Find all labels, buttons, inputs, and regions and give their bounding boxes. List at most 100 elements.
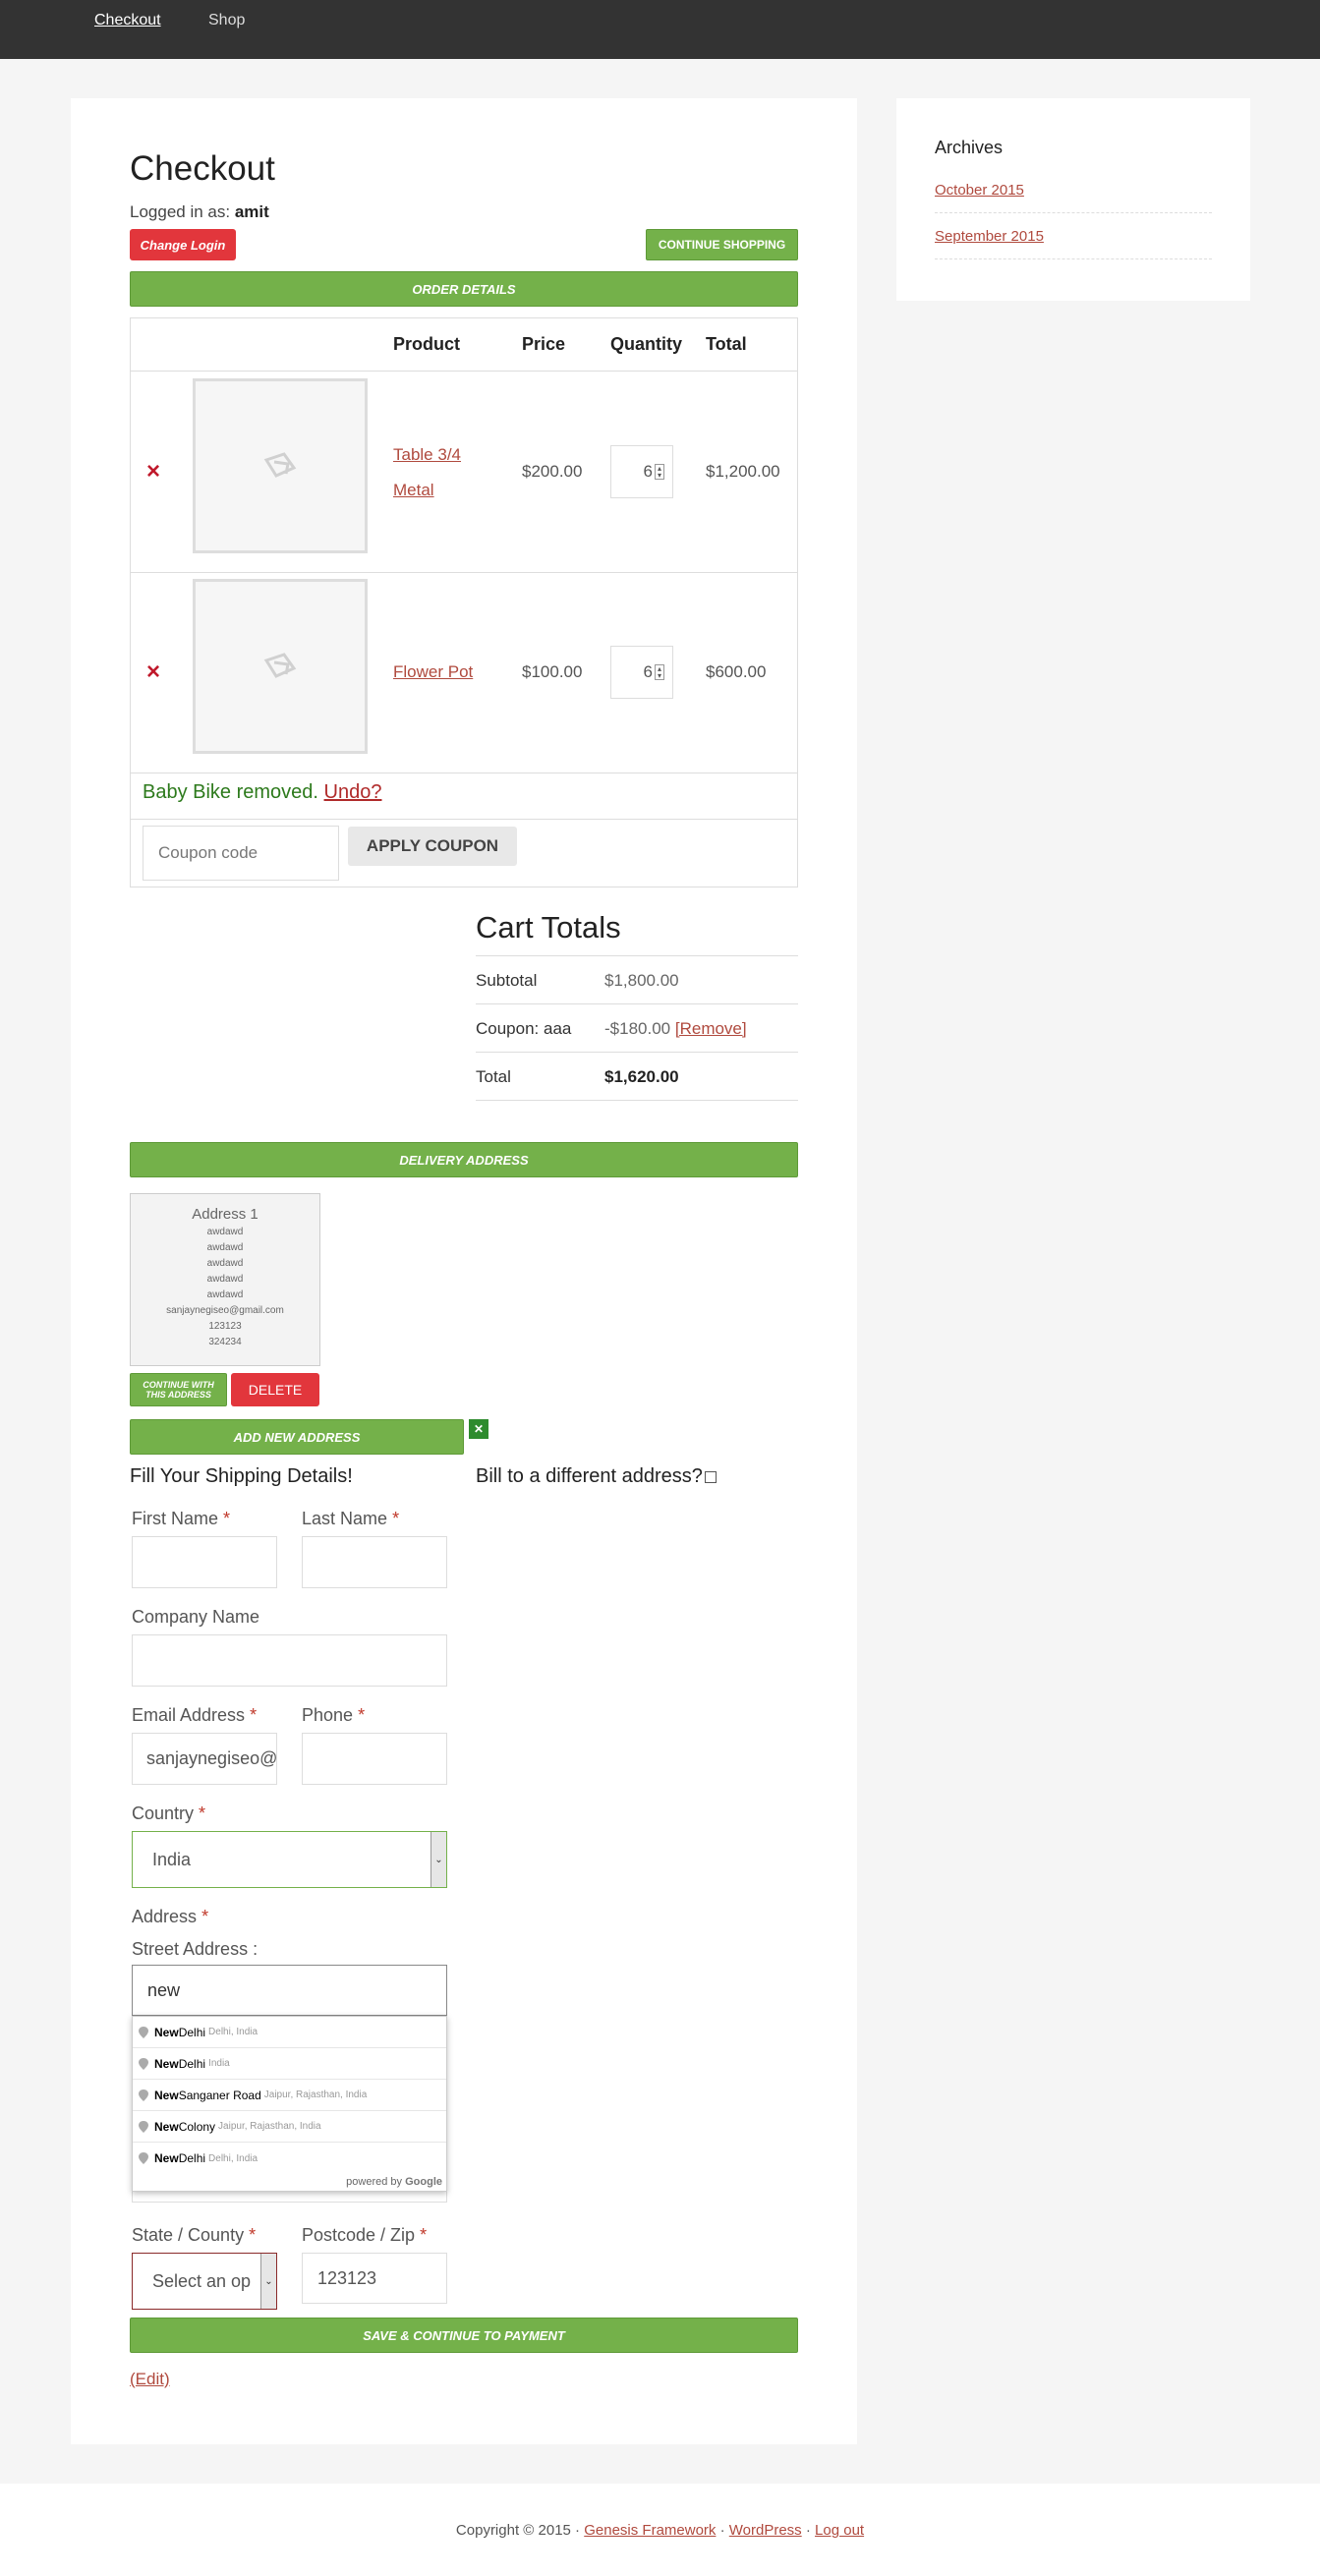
- last-name-label: Last Name *: [302, 1509, 399, 1529]
- order-details-bar[interactable]: ORDER DETAILS: [130, 271, 798, 307]
- product-thumbnail[interactable]: [193, 378, 368, 553]
- close-icon[interactable]: ✕: [469, 1419, 488, 1439]
- chevron-down-icon[interactable]: ⌄: [430, 1832, 446, 1887]
- product-link-table[interactable]: Table 3/4 Metal: [393, 437, 461, 508]
- item-total: $1,200.00: [706, 462, 780, 481]
- archive-link-october-2015[interactable]: October 2015: [935, 182, 1024, 199]
- column-header-price: Price: [522, 334, 566, 354]
- suggestion-match: New: [154, 2056, 179, 2071]
- postcode-label: Postcode / Zip *: [302, 2225, 427, 2246]
- add-new-address-button[interactable]: ADD NEW ADDRESS: [130, 1419, 464, 1455]
- item-price: $200.00: [522, 462, 583, 481]
- company-name-field[interactable]: [132, 1634, 447, 1687]
- autocomplete-suggestion[interactable]: New Delhi Delhi, India: [133, 2017, 446, 2048]
- first-name-label: First Name *: [132, 1509, 230, 1529]
- suggestion-match: New: [154, 2088, 179, 2102]
- autocomplete-suggestion[interactable]: New Delhi Delhi, India: [133, 2143, 446, 2174]
- item-price: $100.00: [522, 662, 583, 681]
- delete-address-button[interactable]: DELETE: [231, 1373, 319, 1406]
- address-line: 324234: [208, 1337, 242, 1347]
- autocomplete-suggestion[interactable]: New Sanganer Road Jaipur, Rajasthan, Indi…: [133, 2080, 446, 2111]
- autocomplete-suggestion[interactable]: New Delhi India: [133, 2048, 446, 2080]
- spinner-arrows-icon[interactable]: ▴ ▾: [655, 464, 664, 480]
- undo-link[interactable]: Undo?: [324, 781, 382, 803]
- address-card[interactable]: Address 1 awdawd awdawd awdawd awdawd aw…: [130, 1193, 320, 1366]
- logged-in-label: Logged in as:: [130, 202, 235, 221]
- street-address-label: Street Address :: [132, 1939, 258, 1959]
- spinner-arrows-icon[interactable]: ▴ ▾: [655, 664, 664, 680]
- suggestion-match: New: [154, 2025, 179, 2039]
- bill-different-address: Bill to a different address?: [476, 1465, 717, 1488]
- autocomplete-suggestion[interactable]: New Colony Jaipur, Rajasthan, India: [133, 2111, 446, 2143]
- placeholder-image-icon: [263, 653, 297, 678]
- map-pin-icon: [139, 2152, 148, 2164]
- archive-divider: [935, 258, 1212, 259]
- logout-link[interactable]: Log out: [815, 2522, 864, 2539]
- email-field[interactable]: sanjaynegiseo@: [132, 1733, 277, 1785]
- map-pin-icon: [139, 2057, 148, 2070]
- logged-in-text: Logged in as: amit: [130, 202, 269, 222]
- last-name-field[interactable]: [302, 1536, 447, 1588]
- quantity-stepper[interactable]: 6 ▴ ▾: [610, 445, 673, 498]
- shipping-title: Fill Your Shipping Details!: [130, 1465, 353, 1487]
- genesis-framework-link[interactable]: Genesis Framework: [584, 2522, 716, 2539]
- product-name-line2: Metal: [393, 481, 434, 499]
- quantity-stepper[interactable]: 6 ▴ ▾: [610, 646, 673, 699]
- separator: ·: [801, 2522, 816, 2539]
- required-marker: *: [201, 1907, 209, 1926]
- first-name-text: First Name: [132, 1509, 219, 1528]
- username: amit: [234, 202, 269, 221]
- cart-totals-title: Cart Totals: [476, 910, 621, 945]
- state-select[interactable]: Select an op: [132, 2253, 277, 2310]
- country-text: Country: [132, 1803, 195, 1823]
- required-marker: *: [420, 2225, 428, 2245]
- bill-different-label: Bill to a different address?: [476, 1465, 703, 1487]
- column-header-total: Total: [706, 334, 747, 354]
- remove-item-icon[interactable]: ×: [146, 458, 160, 486]
- apply-coupon-button[interactable]: APPLY COUPON: [348, 827, 517, 866]
- edit-link[interactable]: (Edit): [130, 2370, 170, 2389]
- suggestion-region: Jaipur, Rajasthan, India: [263, 2089, 368, 2100]
- nav-checkout[interactable]: Checkout: [94, 12, 161, 29]
- suggestion-name: Colony: [178, 2119, 216, 2134]
- delivery-address-bar[interactable]: DELIVERY ADDRESS: [130, 1142, 798, 1177]
- map-pin-icon: [139, 2026, 148, 2038]
- suggestion-region: Delhi, India: [208, 2027, 258, 2037]
- remove-item-icon[interactable]: ×: [146, 658, 160, 686]
- street-address-input[interactable]: new: [132, 1965, 447, 2016]
- suggestion-region: Delhi, India: [208, 2152, 258, 2164]
- address-line: awdawd: [206, 1242, 244, 1253]
- address-email: sanjaynegiseo@gmail.com: [166, 1305, 284, 1316]
- address-line: awdawd: [206, 1227, 244, 1237]
- continue-shopping-button[interactable]: CONTINUE SHOPPING: [646, 229, 798, 260]
- first-name-field[interactable]: [132, 1536, 277, 1588]
- map-pin-icon: [139, 2120, 148, 2133]
- archives-title: Archives: [935, 138, 1004, 157]
- total-value: $1,620.00: [604, 1067, 679, 1086]
- suggestion-name: Delhi: [178, 2025, 206, 2039]
- product-link-flower-pot[interactable]: Flower Pot: [393, 662, 473, 682]
- google-logo: Google: [405, 2176, 442, 2188]
- continue-with-address-button[interactable]: CONTINUE WITH THIS ADDRESS: [130, 1373, 227, 1406]
- copyright-text: Copyright © 2015 ·: [455, 2522, 585, 2539]
- suggestion-name: Delhi: [178, 2151, 206, 2165]
- bill-different-checkbox[interactable]: [704, 1470, 717, 1483]
- nav-shop[interactable]: Shop: [208, 12, 245, 29]
- remove-coupon-link[interactable]: [Remove]: [675, 1019, 747, 1038]
- wordpress-link[interactable]: WordPress: [729, 2522, 802, 2539]
- archive-link-september-2015[interactable]: September 2015: [935, 228, 1044, 245]
- chevron-down-icon[interactable]: ⌄: [260, 2254, 276, 2309]
- address-line: awdawd: [206, 1258, 244, 1269]
- save-continue-button[interactable]: SAVE & CONTINUE TO PAYMENT: [130, 2318, 798, 2353]
- state-text: State / County: [132, 2225, 245, 2245]
- country-label: Country *: [132, 1803, 205, 1824]
- coupon-code-input[interactable]: Coupon code: [143, 826, 339, 881]
- column-header-product: Product: [393, 334, 461, 354]
- country-select[interactable]: India: [132, 1831, 447, 1888]
- required-marker: *: [249, 2225, 257, 2245]
- phone-field[interactable]: [302, 1733, 447, 1785]
- change-login-button[interactable]: Change Login: [130, 229, 236, 260]
- product-thumbnail[interactable]: [193, 579, 368, 754]
- postcode-field[interactable]: 123123: [302, 2253, 447, 2304]
- state-label: State / County *: [132, 2225, 256, 2246]
